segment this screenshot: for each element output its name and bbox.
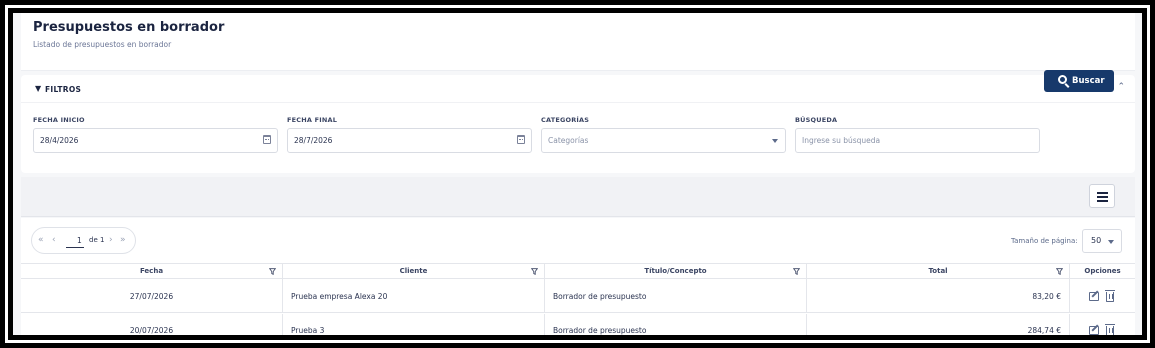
calendar-icon[interactable] [263, 135, 271, 144]
column-header-total[interactable]: Total [807, 264, 1070, 280]
table-header: Fecha Cliente Título/Concepto Total Opci… [21, 263, 1135, 280]
busqueda-placeholder: Ingrese su búsqueda [802, 136, 881, 145]
cell-cliente: Prueba empresa Alexa 20 [283, 280, 545, 313]
funnel-icon[interactable] [269, 268, 276, 275]
page-size-value: 50 [1091, 236, 1102, 245]
filters-header[interactable]: ▼ FILTROS ⌃ [21, 75, 1135, 103]
first-page-icon[interactable]: « [38, 235, 44, 245]
cell-total: 284,74 € [807, 314, 1070, 335]
column-header-label: Cliente [399, 267, 428, 275]
chevron-down-icon [1108, 240, 1114, 244]
menu-icon [1097, 196, 1108, 198]
cell-total: 83,20 € [807, 280, 1070, 313]
trash-icon[interactable] [1105, 324, 1115, 335]
page-title: Presupuestos en borrador [33, 20, 225, 35]
fecha-inicio-input[interactable]: 28/4/2026 [33, 128, 278, 153]
page-of-label: de 1 [89, 236, 105, 244]
data-table-card: « ‹ 1 de 1 › » Tamaño de página: 50 Fech… [21, 218, 1135, 335]
busqueda-input[interactable]: Ingrese su búsqueda [795, 128, 1040, 153]
cell-fecha: 20/07/2026 [21, 314, 283, 335]
filters-panel: ▼ FILTROS ⌃ FECHA INICIO 28/4/2026 FECHA… [21, 75, 1135, 173]
toolbar-band [21, 177, 1135, 217]
calendar-icon[interactable] [517, 135, 525, 144]
pagination: « ‹ 1 de 1 › » [31, 227, 136, 254]
busqueda-label: BÚSQUEDA [795, 116, 838, 124]
column-header-titulo[interactable]: Título/Concepto [545, 264, 807, 280]
categorias-placeholder: Categorías [548, 136, 589, 145]
categorias-select[interactable]: Categorías [541, 128, 786, 153]
cell-cliente: Prueba 3 [283, 314, 545, 335]
search-button[interactable]: Buscar [1044, 70, 1114, 92]
menu-icon [1097, 200, 1108, 202]
page-number-underline [66, 247, 84, 248]
screen-inner-frame: Presupuestos en borrador Listado de pres… [11, 11, 1144, 337]
column-header-label: Título/Concepto [644, 267, 707, 275]
fecha-final-value: 28/7/2026 [294, 136, 333, 145]
search-button-label: Buscar [1072, 76, 1105, 86]
column-header-fecha[interactable]: Fecha [21, 264, 283, 280]
categorias-label: CATEGORÍAS [541, 116, 590, 124]
trash-icon[interactable] [1105, 290, 1115, 302]
page-number-input[interactable]: 1 [77, 236, 82, 245]
page-subtitle: Listado de presupuestos en borrador [33, 40, 172, 49]
edit-icon[interactable] [1089, 292, 1099, 301]
screen-frame: Presupuestos en borrador Listado de pres… [5, 5, 1150, 343]
chevron-down-icon [772, 139, 778, 143]
cell-titulo: Borrador de presupuesto [545, 314, 807, 335]
fecha-final-label: FECHA FINAL [287, 116, 338, 124]
last-page-icon[interactable]: » [120, 235, 126, 245]
cell-fecha: 27/07/2026 [21, 280, 283, 313]
column-header-label: Total [928, 267, 948, 275]
funnel-icon[interactable] [1056, 268, 1063, 275]
funnel-icon[interactable] [531, 268, 538, 275]
next-page-icon[interactable]: › [109, 235, 113, 245]
edit-icon[interactable] [1089, 326, 1099, 335]
fecha-inicio-label: FECHA INICIO [33, 116, 85, 124]
cell-titulo: Borrador de presupuesto [545, 280, 807, 313]
page-size-label: Tamaño de página: [1011, 237, 1078, 245]
funnel-icon[interactable] [793, 268, 800, 275]
page-header: Presupuestos en borrador Listado de pres… [21, 13, 1135, 71]
column-header-label: Opciones [1084, 267, 1121, 275]
chevron-up-icon[interactable]: ⌃ [1117, 82, 1125, 92]
filter-icon: ▼ [35, 84, 42, 93]
table-row[interactable]: 27/07/2026 Prueba empresa Alexa 20 Borra… [21, 280, 1135, 313]
page-canvas: Presupuestos en borrador Listado de pres… [13, 13, 1142, 335]
column-header-cliente[interactable]: Cliente [283, 264, 545, 280]
column-header-opciones: Opciones [1070, 264, 1135, 280]
filters-title: FILTROS [45, 85, 82, 94]
column-header-label: Fecha [139, 267, 164, 275]
column-menu-button[interactable] [1089, 184, 1115, 208]
prev-page-icon[interactable]: ‹ [52, 235, 56, 245]
fecha-final-input[interactable]: 28/7/2026 [287, 128, 532, 153]
table-row[interactable]: 20/07/2026 Prueba 3 Borrador de presupue… [21, 314, 1135, 335]
search-icon [1058, 75, 1067, 84]
page-size-select[interactable]: 50 [1082, 229, 1122, 253]
fecha-inicio-value: 28/4/2026 [40, 136, 79, 145]
menu-icon [1097, 192, 1108, 194]
